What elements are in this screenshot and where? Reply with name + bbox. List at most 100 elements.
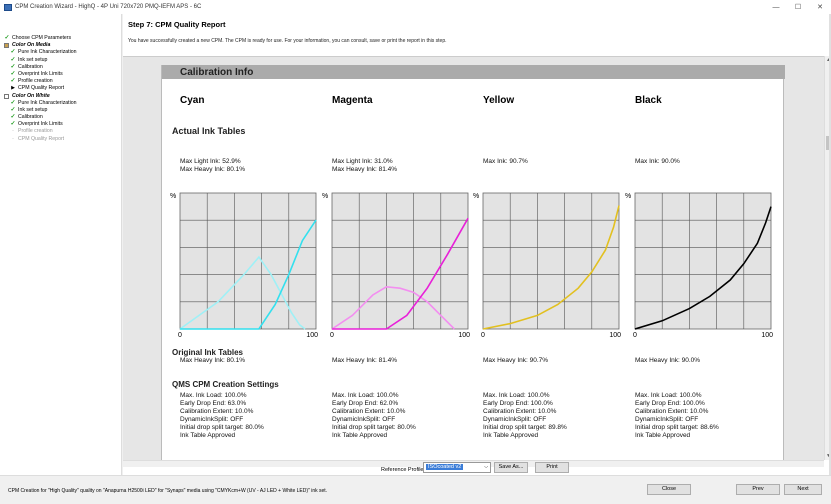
window-title: CPM Creation Wizard - HighQ - 4P Uni 720… [15, 4, 202, 10]
x-axis-min-label: 0 [633, 332, 637, 339]
sidebar-item-label: Ink set setup [18, 56, 48, 63]
yellow-column-heading: Yellow [483, 95, 515, 106]
yellow-original-ink-value: Max Heavy Ink: 90.7% [483, 357, 549, 364]
qms-settings-heading: QMS CPM Creation Settings [172, 380, 279, 389]
yellow-setting-line: DynamicInkSplit: OFF [483, 416, 547, 423]
check-icon: ✓ [10, 106, 16, 113]
sidebar-item-label: Calibration [18, 63, 43, 70]
cyan-setting-line: DynamicInkSplit: OFF [180, 416, 244, 423]
sidebar-item-ink-set-setup[interactable]: ✓ Ink set setup [0, 57, 121, 64]
check-icon: ✓ [10, 63, 16, 70]
close-button[interactable]: Close [647, 484, 691, 495]
magenta-setting-line: Initial drop split target: 80.0% [332, 424, 416, 431]
close-window-button[interactable]: ✕ [809, 3, 831, 11]
sidebar-item-profile-creation[interactable]: · Profile creation [0, 128, 121, 135]
save-as-button[interactable]: Save As... [494, 462, 528, 473]
black-setting-line: Max. Ink Load: 100.0% [635, 392, 702, 399]
cyan-original-ink-value: Max Heavy Ink: 80.1% [180, 357, 246, 364]
sidebar-item-label: CPM Quality Report [18, 135, 65, 142]
calibration-info-band: Calibration Info [162, 65, 785, 79]
y-axis-percent-label: % [322, 193, 328, 200]
magenta-setting-line: Calibration Extent: 10.0% [332, 408, 406, 415]
sidebar-item-calibration[interactable]: ✓ Calibration [0, 64, 121, 71]
calibration-info-title: Calibration Info [180, 67, 254, 78]
sidebar-item-color-on-media[interactable]: Color On Media [0, 42, 121, 49]
x-axis-min-label: 0 [330, 332, 334, 339]
sidebar-item-cpm-quality-report[interactable]: · CPM Quality Report [0, 136, 121, 143]
check-icon: ✓ [10, 78, 16, 85]
status-text: CPM Creation for "High Quality" quality … [8, 488, 328, 494]
sidebar-item-label: Color On Media [12, 42, 51, 49]
x-axis-min-label: 0 [178, 332, 182, 339]
cyan-setting-line: Early Drop End: 63.0% [180, 400, 247, 407]
cyan-chart-plot-area [179, 192, 317, 330]
magenta-setting-line: Early Drop End: 62.0% [332, 400, 399, 407]
sidebar-item-label: Pure Ink Characterization [18, 49, 77, 56]
app-icon [4, 3, 12, 11]
next-button[interactable]: Next [784, 484, 822, 495]
black-column-heading: Black [635, 95, 662, 106]
black-actual-ink-value: Max Ink: 90.0% [635, 158, 680, 165]
step-title: Step 7: CPM Quality Report [128, 20, 226, 29]
y-axis-percent-label: % [625, 193, 631, 200]
sidebar-item-choose-cpm-parameters[interactable]: ✓ Choose CPM Parameters [0, 35, 121, 42]
actual-ink-tables-heading: Actual Ink Tables [172, 126, 246, 136]
x-axis-max-label: 100 [458, 332, 470, 339]
sidebar-item-overprint-ink-limits[interactable]: ✓ Overprint Ink Limits [0, 71, 121, 78]
footer-bar: CPM Creation for "High Quality" quality … [0, 475, 831, 504]
pending-dot-icon: · [12, 135, 14, 142]
sidebar-item-overprint-ink-limits[interactable]: ✓ Overprint Ink Limits [0, 121, 121, 128]
sidebar-item-ink-set-setup[interactable]: ✓ Ink set setup [0, 107, 121, 114]
yellow-setting-line: Early Drop End: 100.0% [483, 400, 553, 407]
check-icon: ✓ [4, 35, 10, 41]
x-axis-min-label: 0 [481, 332, 485, 339]
reference-profile-select[interactable]: ISOcoated v2 ⌵ [423, 462, 491, 473]
sidebar-item-calibration[interactable]: ✓ Calibration [0, 114, 121, 121]
sidebar-item-label: Profile creation [18, 78, 53, 85]
sidebar-item-profile-creation[interactable]: ✓ Profile creation [0, 78, 121, 85]
magenta-setting-line: Max. Ink Load: 100.0% [332, 392, 399, 399]
sidebar-item-pure-ink-characterization[interactable]: ✓ Pure Ink Characterization [0, 49, 121, 56]
sidebar-item-cpm-quality-report[interactable]: ▶ CPM Quality Report [0, 85, 121, 92]
report-page: Calibration Info Actual Ink Tables Origi… [161, 65, 785, 460]
check-icon: ✓ [10, 70, 16, 77]
ink-table-charts: % 0 100% 0 100% 0 100% 0 100 [170, 192, 773, 339]
wizard-steps-sidebar: ✓ Choose CPM Parameters Color On Media ✓ Pur… [0, 14, 122, 475]
minimize-button[interactable]: — [765, 4, 787, 11]
cyan-ink-chart: % 0 100 [170, 192, 318, 339]
black-setting-line: Early Drop End: 100.0% [635, 400, 705, 407]
sidebar-item-color-on-white[interactable]: Color On White [0, 93, 121, 100]
x-axis-max-label: 100 [306, 332, 318, 339]
main-panel: Step 7: CPM Quality Report You have succ… [123, 14, 831, 475]
sidebar-item-label: Ink set setup [18, 106, 48, 113]
magenta-original-ink-value: Max Heavy Ink: 81.4% [332, 357, 398, 364]
maximize-button[interactable]: ☐ [787, 3, 809, 11]
black-setting-line: Initial drop split target: 88.6% [635, 424, 719, 431]
report-viewer[interactable]: Calibration Info Actual Ink Tables Origi… [123, 56, 824, 460]
black-ink-chart: % 0 100 [625, 192, 773, 339]
sidebar-item-label: Color On White [12, 92, 50, 99]
x-axis-max-label: 100 [609, 332, 621, 339]
sidebar-item-label: Choose CPM Parameters [12, 35, 72, 41]
sidebar-item-label: Overprint Ink Limits [18, 70, 63, 77]
yellow-setting-line: Ink Table Approved [483, 432, 539, 439]
yellow-actual-ink-value: Max Ink: 90.7% [483, 158, 528, 165]
reference-profile-label: Reference Profile: [381, 467, 426, 473]
chevron-down-icon: ⌵ [484, 464, 488, 470]
check-icon: ✓ [10, 56, 16, 63]
print-button[interactable]: Print [535, 462, 569, 473]
cyan-setting-line: Initial drop split target: 80.0% [180, 424, 264, 431]
step-description: You have successfully created a new CPM.… [128, 38, 447, 44]
sidebar-item-pure-ink-characterization[interactable]: ✓ Pure Ink Characterization [0, 100, 121, 107]
title-bar: CPM Creation Wizard - HighQ - 4P Uni 720… [0, 0, 831, 14]
sidebar-item-label: Overprint Ink Limits [18, 121, 63, 128]
prev-button[interactable]: Prev [736, 484, 780, 495]
check-icon: ✓ [10, 49, 16, 56]
x-axis-max-label: 100 [761, 332, 773, 339]
magenta-setting-line: DynamicInkSplit: OFF [332, 416, 396, 423]
cyan-actual-ink-value: Max Light Ink: 52.9% [180, 158, 241, 165]
sidebar-item-label: CPM Quality Report [18, 85, 65, 92]
cyan-column-heading: Cyan [180, 95, 205, 106]
yellow-setting-line: Initial drop split target: 89.8% [483, 424, 567, 431]
check-icon: ✓ [10, 114, 16, 121]
